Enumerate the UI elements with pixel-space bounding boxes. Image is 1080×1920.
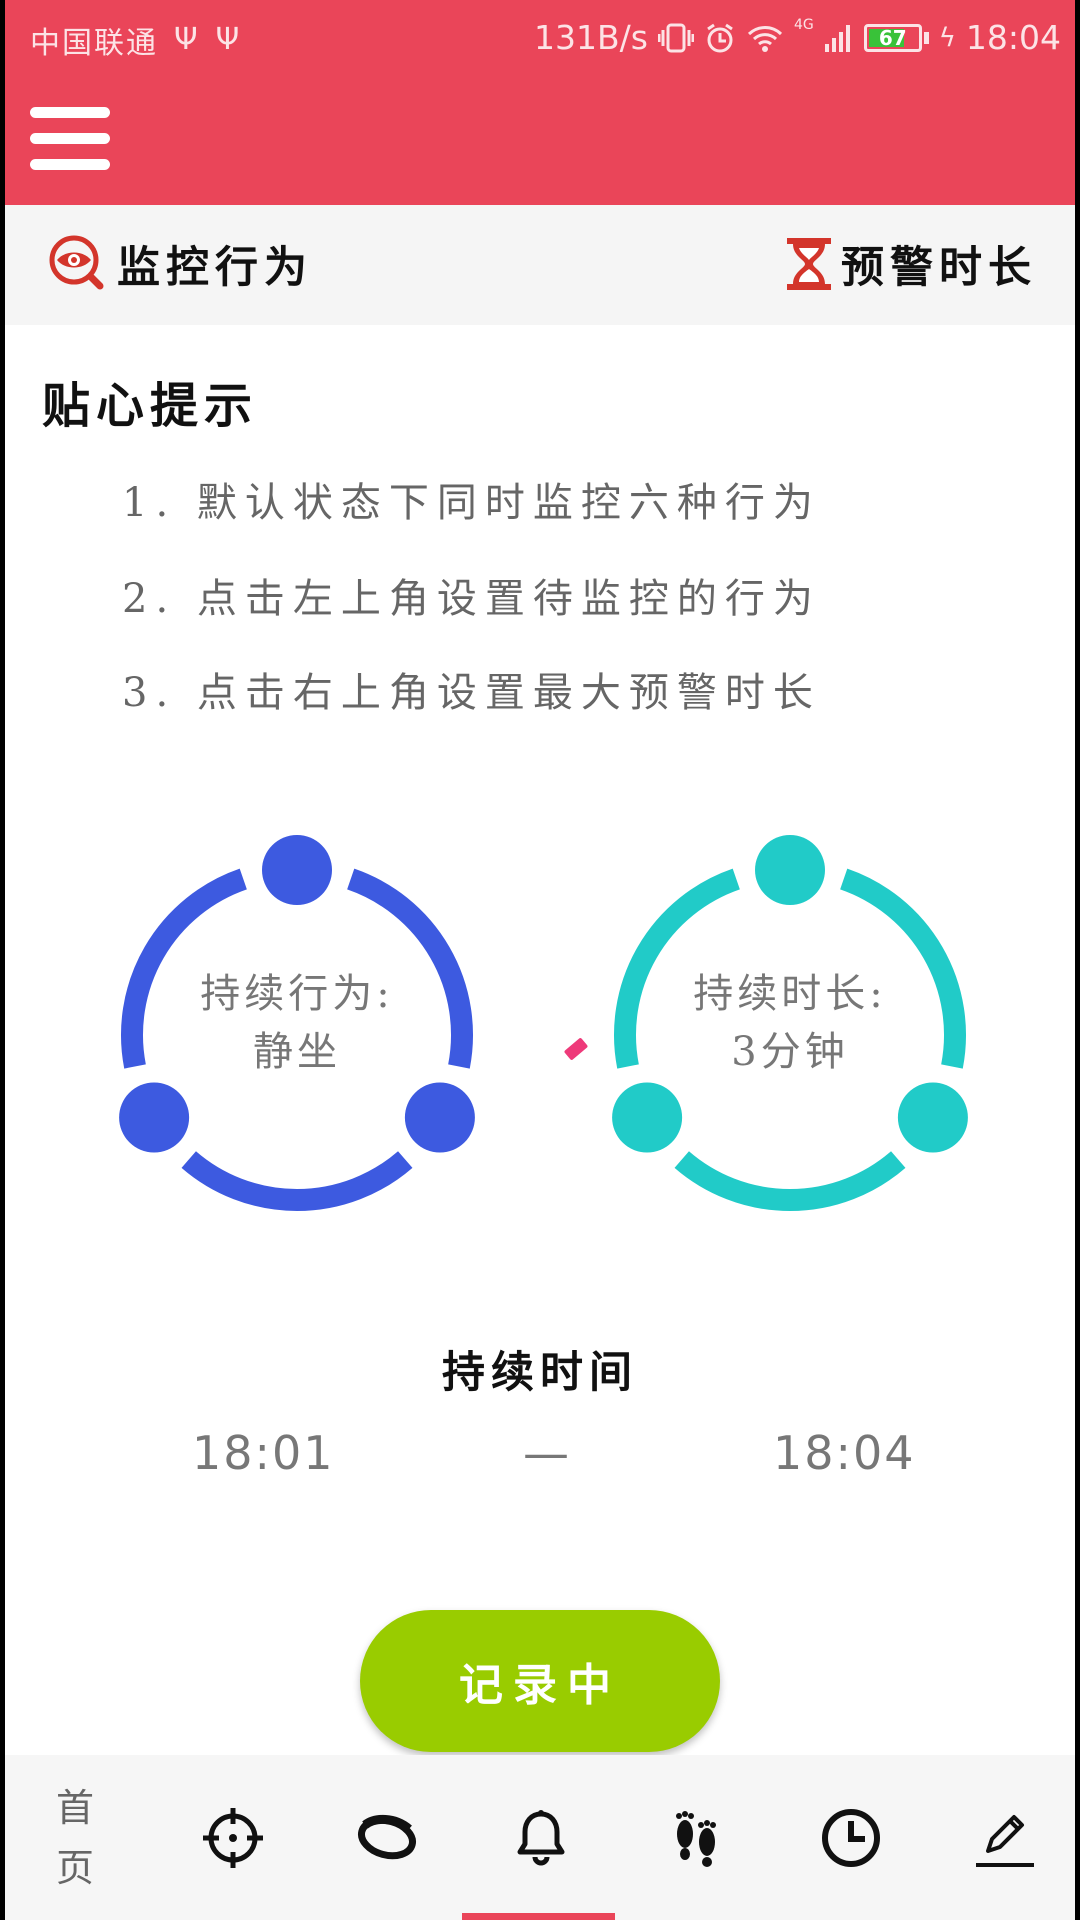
nav-target[interactable] — [168, 1755, 298, 1920]
nav-steps[interactable] — [631, 1755, 761, 1920]
battery-level: 67 — [878, 25, 907, 50]
bell-icon — [517, 1809, 565, 1865]
ring-arc — [674, 1151, 906, 1211]
nav-band[interactable] — [322, 1755, 452, 1920]
nav-clock[interactable] — [786, 1755, 916, 1920]
duration-ring-label: 持续时长: — [693, 971, 887, 1017]
status-bar-right: 131B/s 4G 67 ϟ 18:04 — [534, 18, 1061, 57]
duration-ring: 持续时长: 3分钟 — [610, 820, 970, 1220]
wristband-icon — [358, 1814, 416, 1859]
end-time: 18:04 — [773, 1426, 916, 1480]
wifi-icon — [747, 25, 783, 52]
nav-active-indicator — [462, 1913, 615, 1920]
behavior-ring-label: 持续行为: — [200, 971, 394, 1017]
ring-node — [897, 1082, 968, 1153]
record-button[interactable]: 记录中 — [360, 1610, 720, 1752]
network-type: 4G — [793, 17, 814, 33]
settings-bar: 监控行为 预警时长 — [5, 205, 1075, 325]
usb-icon: Ψ — [174, 22, 200, 57]
start-time: 18:01 — [192, 1426, 335, 1480]
ring-node — [119, 1082, 190, 1153]
hamburger-menu-icon[interactable] — [30, 107, 110, 175]
tip-item: 3. 点击右上角设置最大预警时长 — [122, 670, 821, 716]
clock-icon — [822, 1808, 880, 1867]
nav-bell[interactable] — [476, 1755, 606, 1920]
crosshair-icon — [203, 1807, 263, 1868]
pencil-icon — [976, 1814, 1034, 1867]
nav-edit[interactable] — [940, 1755, 1070, 1920]
footprints-icon — [676, 1810, 716, 1867]
app-screen: 中国联通 Ψ Ψ 131B/s 4G 67 ϟ 18:04 监控行为 预警时长 … — [5, 0, 1075, 1920]
ring-arc — [181, 1151, 413, 1211]
center-mark — [563, 1037, 589, 1061]
bottom-nav: 首页 — [5, 1755, 1075, 1920]
status-bar-left: 中国联通 Ψ Ψ — [30, 18, 241, 62]
net-speed: 131B/s — [534, 18, 648, 57]
monitor-behavior-button[interactable]: 监控行为 — [47, 233, 313, 295]
eye-search-icon — [49, 235, 104, 290]
warning-duration-label: 预警时长 — [841, 243, 1037, 293]
ring-node — [404, 1082, 475, 1153]
usb-icon: Ψ — [215, 22, 242, 57]
monitor-behavior-label: 监控行为 — [117, 243, 313, 293]
behavior-ring-value: 静坐 — [253, 1029, 341, 1075]
time-separator: — — [523, 1426, 571, 1480]
tip-item: 2. 点击左上角设置待监控的行为 — [122, 576, 821, 622]
tips-title: 贴心提示 — [42, 378, 259, 434]
battery-icon: 67 — [863, 23, 922, 52]
vibrate-icon — [657, 23, 694, 52]
ring-node — [612, 1082, 683, 1153]
ring-node — [262, 835, 332, 905]
signal-icon — [824, 24, 850, 52]
nav-home[interactable]: 首页 — [10, 1755, 140, 1920]
tip-item: 1. 默认状态下同时监控六种行为 — [122, 480, 821, 526]
warning-duration-button[interactable]: 预警时长 — [785, 233, 1037, 295]
hourglass-icon — [787, 238, 831, 290]
charging-icon: ϟ — [938, 22, 956, 53]
app-header: 中国联通 Ψ Ψ 131B/s 4G 67 ϟ 18:04 — [5, 0, 1075, 205]
carrier-name: 中国联通 — [30, 26, 158, 61]
duration-time-title: 持续时间 — [442, 1348, 638, 1398]
alarm-icon — [707, 23, 733, 52]
behavior-ring: 持续行为: 静坐 — [117, 820, 477, 1220]
nav-home-label: 首页 — [55, 1785, 94, 1890]
status-time: 18:04 — [965, 18, 1061, 57]
duration-ring-value: 3分钟 — [731, 1029, 849, 1075]
ring-node — [755, 835, 825, 905]
